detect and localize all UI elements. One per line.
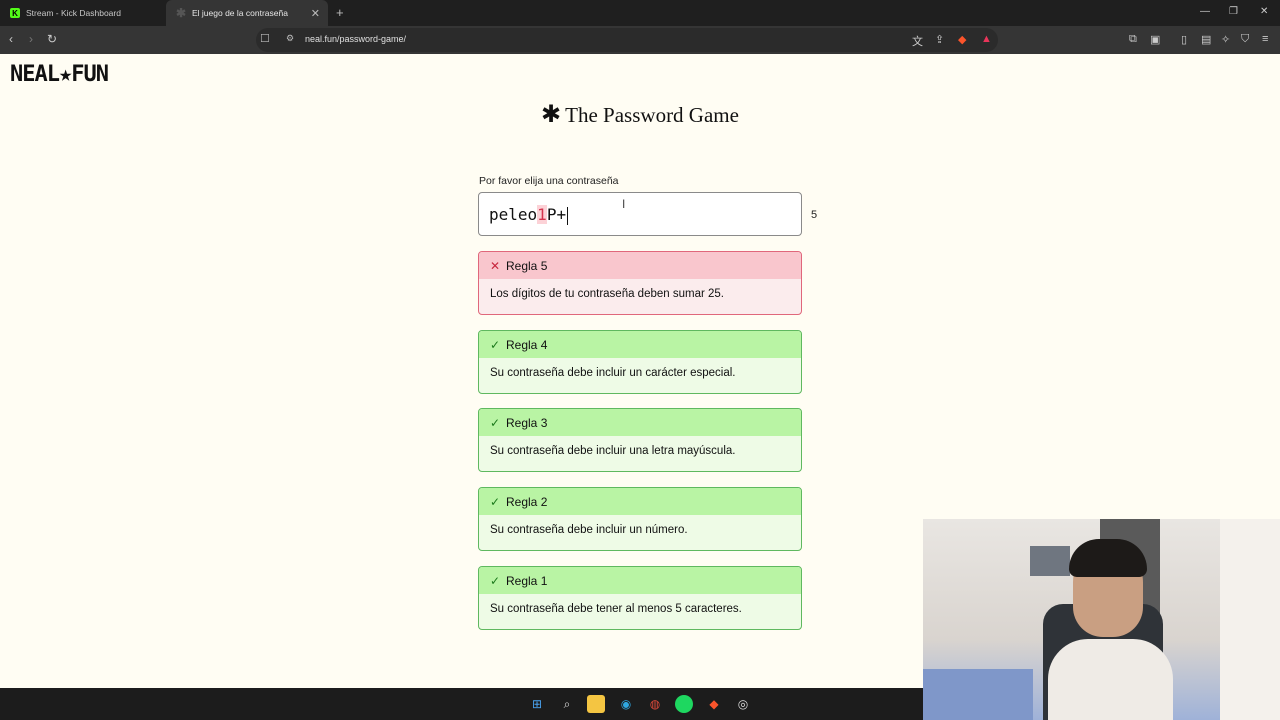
sidebar-icon[interactable]: ▯ xyxy=(1181,33,1187,46)
rule-card-3: ✓ Regla 3 Su contraseña debe incluir una … xyxy=(478,408,802,472)
wall-picture xyxy=(1030,546,1070,576)
rule-text: Su contraseña debe incluir un carácter e… xyxy=(490,367,736,379)
password-input[interactable]: peleo1P+ xyxy=(478,192,802,236)
brave-shields-icon[interactable]: ◆ xyxy=(958,33,966,46)
tab-kick-dashboard[interactable]: K Stream - Kick Dashboard xyxy=(0,0,166,26)
asterisk-icon: ✱ xyxy=(175,6,187,20)
rule-card-4: ✓ Regla 4 Su contraseña debe incluir un c… xyxy=(478,330,802,394)
rule-title: Regla 3 xyxy=(506,415,548,430)
site-logo[interactable]: NEAL★FUN xyxy=(10,62,109,87)
rule-card-1: ✓ Regla 1 Su contraseña debe tener al men… xyxy=(478,566,802,630)
forward-icon[interactable]: › xyxy=(29,32,33,46)
asterisk-icon: ✱ xyxy=(541,102,562,128)
rule-text: Su contraseña debe incluir un número. xyxy=(490,524,688,536)
close-tab-icon[interactable]: ✕ xyxy=(311,7,320,20)
rule-card-2: ✓ Regla 2 Su contraseña debe incluir un n… xyxy=(478,487,802,551)
search-icon[interactable]: ⌕ xyxy=(558,695,576,713)
new-tab-icon[interactable]: + xyxy=(336,5,344,20)
url-text: neal.fun/password-game/ xyxy=(305,34,407,44)
wallet-icon[interactable]: ▤ xyxy=(1201,33,1211,46)
rule-card-5: ✕ Regla 5 Los dígitos de tu contraseña de… xyxy=(478,251,802,315)
chrome-icon[interactable]: ◍ xyxy=(646,695,664,713)
checkmark-icon: ✓ xyxy=(490,573,501,588)
vpn-icon[interactable]: ⛉ xyxy=(1241,33,1249,46)
curtain xyxy=(1220,519,1280,720)
tab-search-icon[interactable]: ▣ xyxy=(1150,33,1160,46)
rule-title: Regla 1 xyxy=(506,573,548,588)
text-cursor-icon: I xyxy=(622,197,626,211)
password-prompt: Por favor elija una contraseña xyxy=(479,175,619,187)
checkmark-icon: ✓ xyxy=(490,494,501,509)
page-title: ✱ The Password Game xyxy=(541,102,739,128)
rule-text: Su contraseña debe incluir una letra may… xyxy=(490,445,736,457)
person-hair xyxy=(1069,539,1147,577)
close-window-icon[interactable]: ✕ xyxy=(1260,6,1268,17)
rule-title: Regla 5 xyxy=(506,258,548,273)
minimize-icon[interactable]: — xyxy=(1200,6,1210,17)
address-bar[interactable]: ☐ ⚙ neal.fun/password-game/ xyxy=(256,28,998,52)
rewards-icon[interactable]: ▲ xyxy=(981,33,992,45)
cross-icon: ✕ xyxy=(490,258,501,273)
translate-icon[interactable]: 文 xyxy=(912,33,923,49)
file-explorer-icon[interactable] xyxy=(587,695,605,713)
tab-label: El juego de la contraseña xyxy=(192,8,288,18)
rule-text: Su contraseña debe tener al menos 5 cara… xyxy=(490,603,742,615)
text-caret xyxy=(567,206,569,225)
spotify-icon[interactable] xyxy=(675,695,693,713)
share-icon[interactable]: ⇪ xyxy=(935,33,944,46)
tab-bar: K Stream - Kick Dashboard ✱ El juego de … xyxy=(0,0,1280,26)
os-taskbar: ⊞ ⌕ ◉ ◍ ◆ ◎ xyxy=(0,688,923,720)
webcam-overlay xyxy=(923,519,1280,720)
bookmark-icon[interactable]: ☐ xyxy=(260,32,270,45)
password-text: peleo1P+ xyxy=(489,205,569,225)
windows-start-icon[interactable]: ⊞ xyxy=(528,695,546,713)
menu-icon[interactable]: ≡ xyxy=(1262,33,1268,45)
rule-title: Regla 4 xyxy=(506,337,548,352)
person-torso xyxy=(1048,639,1173,720)
brave-icon[interactable]: ◆ xyxy=(705,695,723,713)
browser-toolbar: ‹ › ↻ ☐ ⚙ neal.fun/password-game/ 文 ⇪ ◆ … xyxy=(0,26,1280,54)
back-icon[interactable]: ‹ xyxy=(9,32,13,46)
restore-icon[interactable]: ❐ xyxy=(1229,6,1238,17)
leo-icon[interactable]: ✧ xyxy=(1221,33,1230,46)
bed xyxy=(923,669,1033,720)
password-length-count: 5 xyxy=(811,209,818,221)
tab-label: Stream - Kick Dashboard xyxy=(26,8,121,18)
reload-icon[interactable]: ↻ xyxy=(47,32,57,46)
tab-password-game[interactable]: ✱ El juego de la contraseña ✕ xyxy=(166,0,328,26)
edge-icon[interactable]: ◉ xyxy=(617,695,635,713)
site-info-icon[interactable]: ⚙ xyxy=(286,33,294,44)
checkmark-icon: ✓ xyxy=(490,415,501,430)
rule-text: Los dígitos de tu contraseña deben sumar… xyxy=(490,288,724,300)
highlighted-digit: 1 xyxy=(537,205,547,224)
extensions-icon[interactable]: ⧉ xyxy=(1129,33,1137,46)
rule-title: Regla 2 xyxy=(506,494,548,509)
obs-icon[interactable]: ◎ xyxy=(734,695,752,713)
kick-icon: K xyxy=(10,8,20,18)
checkmark-icon: ✓ xyxy=(490,337,501,352)
